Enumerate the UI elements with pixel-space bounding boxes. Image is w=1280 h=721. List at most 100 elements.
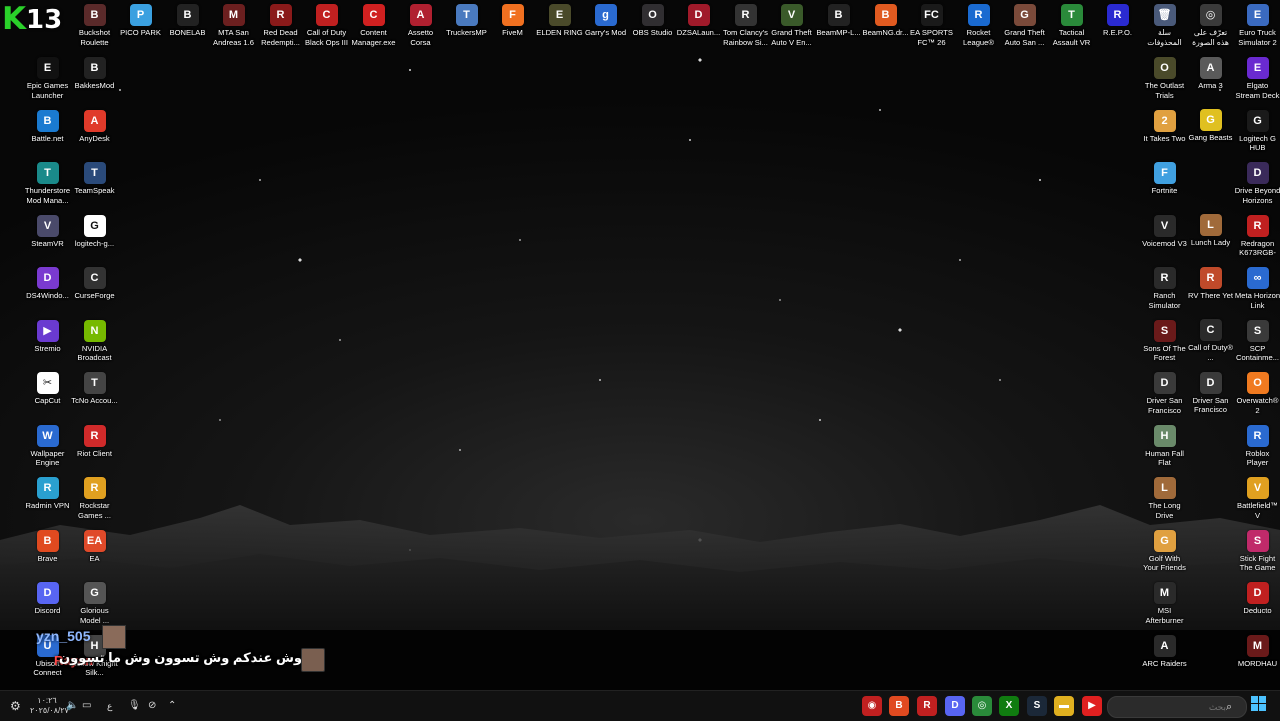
desktop-icon-fortnite[interactable]: F Fortnite <box>1141 159 1188 211</box>
chevron-up-icon[interactable]: ⌃ <box>168 691 176 721</box>
desktop-icon-ea[interactable]: EA EA <box>71 527 118 579</box>
desktop-icon-recycle-bin[interactable]: 🗑 سلة المحذوفات <box>1141 1 1188 53</box>
desktop-icon-ea-fc[interactable]: FC EA SPORTS FC™ 26 <box>908 1 955 53</box>
desktop-icon-brave[interactable]: B Brave <box>24 527 71 579</box>
desktop-icon-mordhau[interactable]: M MORDHAU <box>1234 632 1280 684</box>
desktop-icon-it-takes-two[interactable]: 2 It Takes Two <box>1141 107 1188 159</box>
desktop-icon-golf-friends[interactable]: G Golf With Your Friends <box>1141 527 1188 579</box>
desktop-icon-long-drive[interactable]: L The Long Drive <box>1141 474 1188 526</box>
desktop-icon-bakkesmod[interactable]: B BakkesMod <box>71 54 118 106</box>
desktop-icon-tcno[interactable]: T TcNo Accou... <box>71 369 118 421</box>
desktop-icon-ranch-simulator[interactable]: R Ranch Simulator <box>1141 264 1188 316</box>
brave-app-icon[interactable]: B <box>889 696 909 716</box>
desktop-icon-radmin-vpn[interactable]: R Radmin VPN <box>24 474 71 526</box>
desktop-icon-gta5[interactable]: V Grand Theft Auto V En... <box>768 1 815 53</box>
desktop-icon-rainbow-six[interactable]: R Tom Clancy's Rainbow Si... <box>722 1 769 53</box>
start-left-icon[interactable]: ⚙ <box>10 691 21 721</box>
desktop-icon-garrys-mod[interactable]: g Garry's Mod <box>582 1 629 53</box>
youtube-app-icon[interactable]: ▶ <box>1082 696 1102 716</box>
steam-record-app-icon[interactable]: ◉ <box>862 696 882 716</box>
desktop-icon-mta[interactable]: M MTA San Andreas 1.6 <box>210 1 257 53</box>
desktop-icon-wallpaper-engine[interactable]: W Wallpaper Engine <box>24 422 71 474</box>
desktop-icon-drive-beyond[interactable]: D Drive Beyond Horizons <box>1234 159 1280 211</box>
desktop-icon-voicemod[interactable]: V Voicemod V3 <box>1141 212 1188 264</box>
desktop-icon-glorious[interactable]: G Glorious Model ... <box>71 579 118 631</box>
desktop-icon-stick-fight[interactable]: S Stick Fight The Game <box>1234 527 1280 579</box>
chrome-app-icon[interactable]: ◎ <box>972 696 992 716</box>
desktop-icon-fivem[interactable]: F FiveM <box>489 1 536 53</box>
clock[interactable]: ١٠:٢٦ ٢٠٢٥/٠٨/٢٧ <box>30 696 69 718</box>
desktop-icon-sons-forest[interactable]: S Sons Of The Forest <box>1141 317 1188 369</box>
desktop-icon-learn-picture[interactable]: ◎ تعرّف على هذه الصورة <box>1187 1 1234 53</box>
desktop-icon-scp[interactable]: S SCP Containme... <box>1234 317 1280 369</box>
desktop-icon-epic-games[interactable]: E Epic Games Launcher <box>24 54 71 106</box>
desktop-icon-anydesk[interactable]: A AnyDesk <box>71 107 118 159</box>
file-explorer-app-icon[interactable]: ▬ <box>1054 696 1074 716</box>
desktop-icon-arma3[interactable]: A Arma 3 <box>1187 54 1234 106</box>
desktop-icon-rv-there-yet[interactable]: R RV There Yet <box>1187 264 1234 316</box>
desktop-icon-tactical-assault[interactable]: T Tactical Assault VR <box>1048 1 1095 53</box>
desktop-icon-elden-ring[interactable]: E ELDEN RING <box>536 1 583 53</box>
desktop-icon-arc-raiders[interactable]: A ARC Raiders <box>1141 632 1188 684</box>
desktop-icon-content-manager[interactable]: C Content Manager.exe <box>350 1 397 53</box>
wifi-off-icon[interactable]: ⊘ <box>148 691 156 721</box>
search-box[interactable]: ⌕ <box>1107 696 1247 718</box>
language-indicator[interactable]: ع <box>107 691 112 721</box>
rog-app-icon[interactable]: R <box>917 696 937 716</box>
desktop-icon-red-dead[interactable]: R Red Dead Redempti... <box>257 1 304 53</box>
desktop-icon-cod-bo3[interactable]: C Call of Duty Black Ops III <box>303 1 350 53</box>
desktop-icon-assetto-corsa[interactable]: A Assetto Corsa <box>397 1 444 53</box>
desktop-icon-logitech-ghub[interactable]: G Logitech G HUB <box>1234 107 1280 159</box>
xbox-app-icon[interactable]: X <box>999 696 1019 716</box>
steam-app-icon[interactable]: S <box>1027 696 1047 716</box>
desktop-icon-ets2[interactable]: E Euro Truck Simulator 2 <box>1234 1 1280 53</box>
desktop-icon-beammp[interactable]: B BeamMP-L... <box>815 1 862 53</box>
desktop-icon-redragon[interactable]: RRedragon K673RGB-P... <box>1234 212 1280 264</box>
desktop-icon-driver-sf[interactable]: D Driver San Francisco <box>1141 369 1188 421</box>
desktop-icon-deducto[interactable]: D Deducto <box>1234 579 1280 631</box>
desktop-icon-overwatch[interactable]: O Overwatch® 2 <box>1234 369 1280 421</box>
desktop-icon-battlenet[interactable]: B Battle.net <box>24 107 71 159</box>
desktop-icon-battlefield[interactable]: V Battlefield™ V <box>1234 474 1280 526</box>
desktop-icon-bonelab[interactable]: B BONELAB <box>164 1 211 53</box>
desktop-icon-repo[interactable]: R R.E.P.O. <box>1094 1 1141 53</box>
desktop-icon-truckersmp[interactable]: T TruckersMP <box>443 1 490 53</box>
desktop-icon-logitech-g[interactable]: Glogitech-g... <box>71 212 118 264</box>
desktop-icon-curseforge[interactable]: C CurseForge <box>71 264 118 316</box>
ea-fc-icon: FC <box>920 4 943 26</box>
desktop-icon-steamvr[interactable]: V SteamVR <box>24 212 71 264</box>
desktop-icon-riot-client[interactable]: R Riot Client <box>71 422 118 474</box>
discord-app-icon[interactable]: D <box>945 696 965 716</box>
microphone-icon[interactable]: 🎙 <box>128 691 141 721</box>
desktop-icon-pico-park[interactable]: P PICO PARK <box>117 1 164 53</box>
desktop-icon-rockstar[interactable]: R Rockstar Games ... <box>71 474 118 526</box>
speaker-icon[interactable]: 🔈 <box>66 691 78 721</box>
desktop-icon-buckshot-roulette[interactable]: B Buckshot Roulette <box>71 1 118 53</box>
desktop-icon-ds4windows[interactable]: D DS4Windo... <box>24 264 71 316</box>
desktop-icon-meta-horizon[interactable]: ∞ Meta Horizon Link <box>1234 264 1280 316</box>
desktop-icon-human-fall-flat[interactable]: H Human Fall Flat <box>1141 422 1188 474</box>
desktop-icon-rocket-league[interactable]: R Rocket League® <box>955 1 1002 53</box>
network-icon[interactable]: ▭ <box>82 691 91 721</box>
desktop-icon-msi-afterburner[interactable]: M MSI Afterburner <box>1141 579 1188 631</box>
ds4windows-icon: D <box>36 267 59 289</box>
desktop-icon-thunderstore[interactable]: T Thunderstore Mod Mana... <box>24 159 71 211</box>
start-button[interactable] <box>1251 696 1267 712</box>
search-input[interactable] <box>1116 699 1228 717</box>
desktop-icon-driver-sf[interactable]: D Driver San Francisco <box>1187 369 1234 421</box>
desktop-icon-teamspeak[interactable]: T TeamSpeak <box>71 159 118 211</box>
desktop-icon-lunch-lady[interactable]: L Lunch Lady <box>1187 211 1234 263</box>
desktop-icon-beamng[interactable]: B BeamNG.dr... <box>862 1 909 53</box>
desktop-icon-cod[interactable]: C Call of Duty® ... <box>1187 316 1234 368</box>
desktop-icon-dzsa[interactable]: D DZSALaun... <box>675 1 722 53</box>
desktop-icon-gta-sa[interactable]: G Grand Theft Auto San ... <box>1001 1 1048 53</box>
desktop-icon-stream-deck[interactable]: E Elgato Stream Deck <box>1234 54 1280 106</box>
desktop-icon-gang-beasts[interactable]: G Gang Beasts <box>1187 106 1234 158</box>
desktop-icon-outlast-trials[interactable]: O The Outlast Trials <box>1141 54 1188 106</box>
desktop-icon-nvidia-broadcast[interactable]: N NVIDIA Broadcast <box>71 317 118 369</box>
desktop-icon-obs[interactable]: O OBS Studio <box>629 1 676 53</box>
desktop-icon-stremio[interactable]: ▶ Stremio <box>24 317 71 369</box>
desktop-icon-roblox[interactable]: R Roblox Player <box>1234 422 1280 474</box>
desktop-icon-capcut[interactable]: ✂ CapCut <box>24 369 71 421</box>
desktop-icon-discord[interactable]: D Discord <box>24 579 71 631</box>
